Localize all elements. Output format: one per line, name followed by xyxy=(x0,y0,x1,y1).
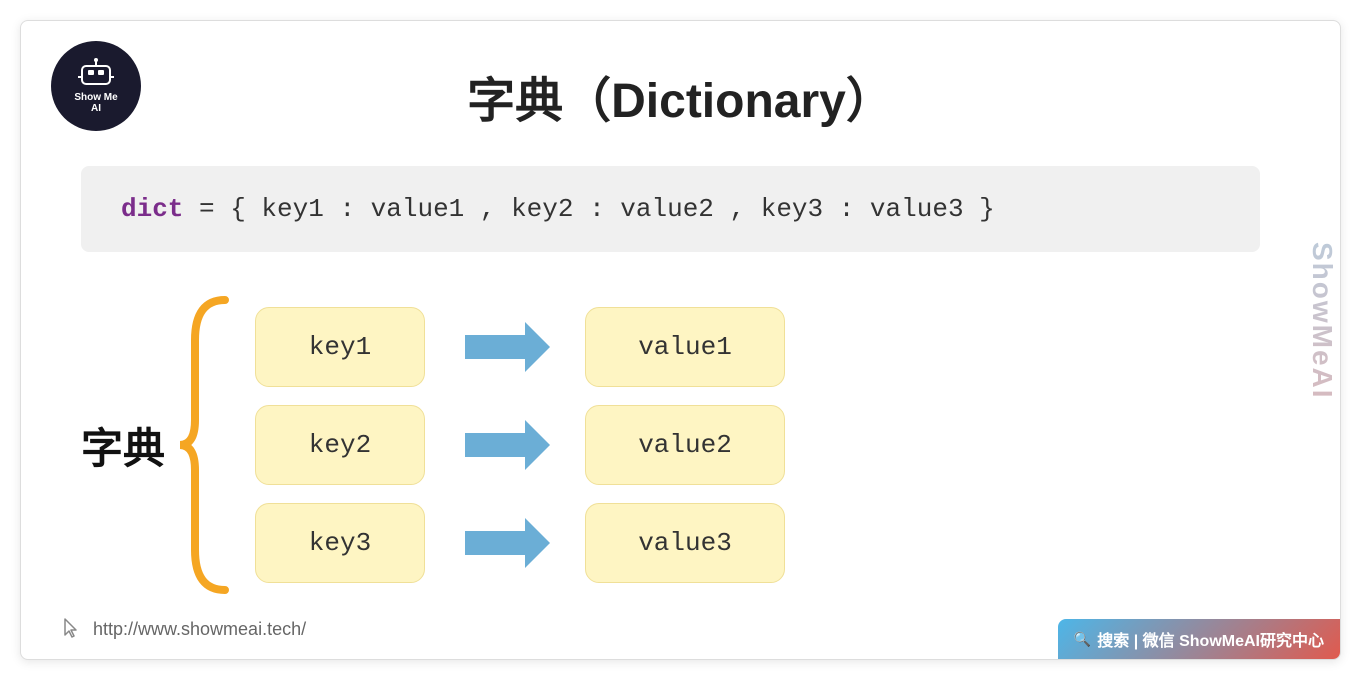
arrow-icon-1 xyxy=(455,307,555,387)
key-box-1: key1 xyxy=(255,307,425,387)
diagram: 字典 key1 key2 key3 xyxy=(81,291,1240,599)
brace-container xyxy=(175,290,235,600)
keys-column: key1 key2 key3 xyxy=(255,307,425,583)
values-column: value1 value2 value3 xyxy=(585,307,785,583)
search-icon: 🔍 xyxy=(1074,631,1091,648)
page-title: 字典（Dictionary） xyxy=(21,61,1340,131)
code-expression: = { key1 : value1 , key2 : value2 , key3… xyxy=(183,194,994,224)
cursor-icon xyxy=(61,617,85,641)
footer-url: http://www.showmeai.tech/ xyxy=(61,617,306,641)
arrow-icon-3 xyxy=(455,503,555,583)
key-box-3: key3 xyxy=(255,503,425,583)
watermark-vertical: ShowMeAI xyxy=(1304,81,1340,561)
value-box-1: value1 xyxy=(585,307,785,387)
value-box-3: value3 xyxy=(585,503,785,583)
arrow-icon-2 xyxy=(455,405,555,485)
arrows-column xyxy=(455,307,555,583)
value-box-2: value2 xyxy=(585,405,785,485)
code-keyword: dict xyxy=(121,194,183,224)
code-block: dict = { key1 : value1 , key2 : value2 ,… xyxy=(81,166,1260,252)
curly-brace-icon xyxy=(175,290,235,600)
bottom-badge: 🔍 搜索 | 微信 ShowMeAI研究中心 xyxy=(1058,619,1340,659)
dict-label: 字典 xyxy=(81,415,165,476)
slide: Show Me AI 字典（Dictionary） dict = { key1 … xyxy=(20,20,1341,660)
key-box-2: key2 xyxy=(255,405,425,485)
